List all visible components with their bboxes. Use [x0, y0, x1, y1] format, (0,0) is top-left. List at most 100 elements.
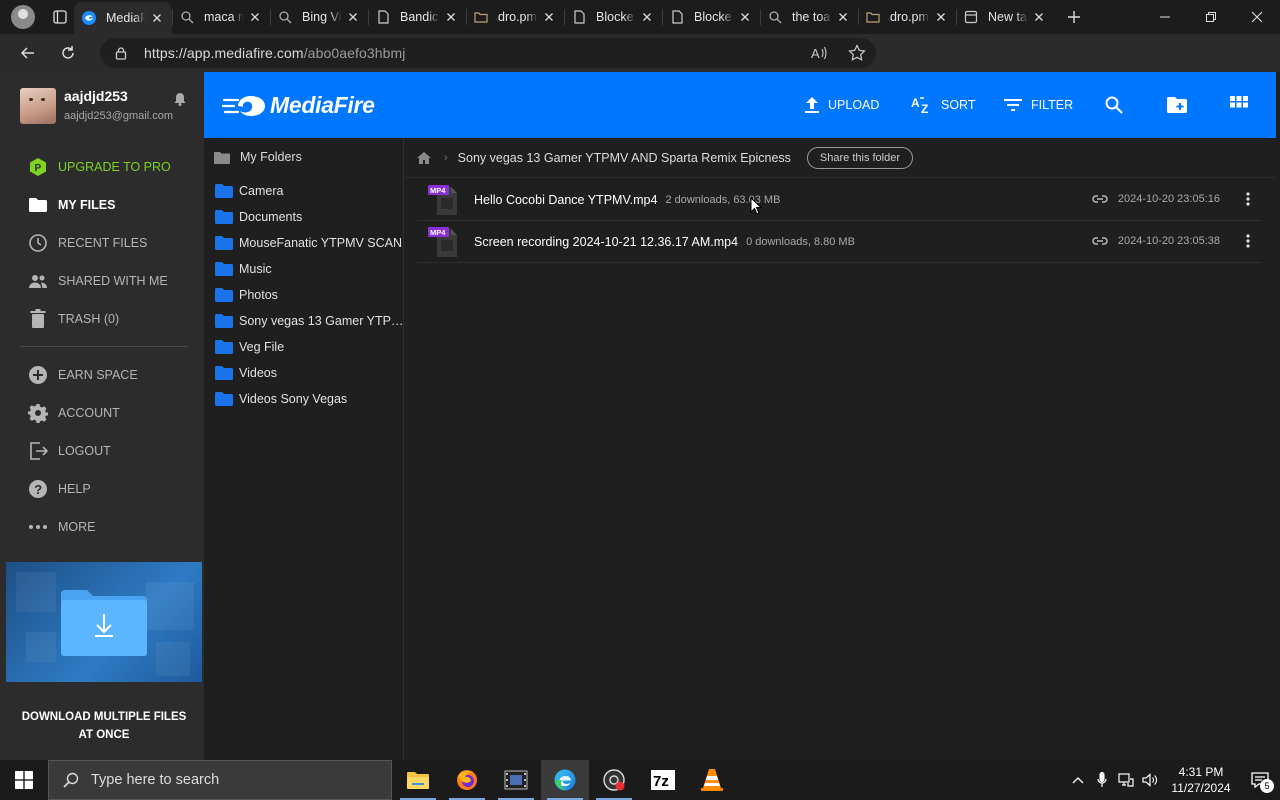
close-tab-icon[interactable]: [444, 10, 458, 24]
restore-button[interactable]: [1188, 0, 1234, 34]
read-aloud-icon[interactable]: A: [810, 45, 828, 61]
folder-tree-item[interactable]: Camera: [214, 182, 283, 200]
clock-icon: [28, 233, 48, 253]
close-tab-icon[interactable]: [836, 10, 850, 24]
close-tab-icon[interactable]: [640, 10, 654, 24]
taskbar-file-explorer[interactable]: [394, 760, 442, 800]
filter-icon: [1004, 99, 1022, 111]
sidebar-item-earn-space[interactable]: EARN SPACE: [28, 365, 138, 385]
sidebar-item-recent-files[interactable]: RECENT FILES: [28, 233, 147, 253]
close-tab-icon[interactable]: [150, 11, 164, 25]
browser-profile-button[interactable]: [0, 0, 46, 34]
taskbar-vlc[interactable]: [688, 760, 736, 800]
refresh-button[interactable]: [48, 34, 88, 72]
browser-tab[interactable]: the toa: [760, 0, 858, 34]
user-profile[interactable]: aajdjd253 aajdjd253@gmail.com: [20, 88, 173, 124]
tab-actions-button[interactable]: [46, 0, 74, 34]
browser-tab[interactable]: dro.pm: [858, 0, 956, 34]
mediafire-logo[interactable]: MediaFire: [222, 92, 375, 119]
file-name[interactable]: Hello Cocobi Dance YTPMV.mp4: [474, 193, 657, 207]
folder-tree-item[interactable]: Sony vegas 13 Gamer YTP…: [214, 312, 403, 330]
folder-tree-item[interactable]: Photos: [214, 286, 278, 304]
folder-gray-icon: [214, 151, 230, 164]
close-tab-icon[interactable]: [1032, 10, 1046, 24]
search-button[interactable]: [1103, 94, 1125, 116]
close-tab-icon[interactable]: [346, 10, 360, 24]
more-vertical-icon[interactable]: [1246, 191, 1250, 207]
share-folder-button[interactable]: Share this folder: [806, 146, 914, 169]
sidebar-item-account[interactable]: ACCOUNT: [28, 403, 120, 423]
file-name[interactable]: Screen recording 2024-10-21 12.36.17 AM.…: [474, 235, 738, 249]
search-icon: [63, 772, 79, 788]
sidebar-item-more[interactable]: MORE: [28, 517, 96, 537]
folder-tree-item[interactable]: Veg File: [214, 338, 284, 356]
folder-icon: [215, 366, 233, 380]
taskbar-edge[interactable]: [541, 760, 589, 800]
browser-tab[interactable]: Blocke: [564, 0, 662, 34]
address-bar[interactable]: https://app.mediafire.com/abo0aefo3hbmj …: [100, 38, 876, 68]
svg-text:7z: 7z: [653, 773, 669, 790]
upgrade-to-pro-link[interactable]: P UPGRADE TO PRO: [28, 157, 171, 177]
upload-button[interactable]: UPLOAD: [804, 94, 879, 116]
close-tab-icon[interactable]: [542, 10, 556, 24]
sidebar-item-help[interactable]: ? HELP: [28, 479, 91, 499]
browser-tab[interactable]: maca m: [172, 0, 270, 34]
show-hidden-icons-button[interactable]: [1066, 760, 1090, 800]
sidebar-item-shared[interactable]: SHARED WITH ME: [28, 271, 168, 291]
svg-text:?: ?: [34, 482, 42, 497]
firefox-icon: [457, 770, 477, 790]
minimize-button[interactable]: [1142, 0, 1188, 34]
bell-icon: [174, 93, 186, 106]
close-tab-icon[interactable]: [738, 10, 752, 24]
folder-tree-item[interactable]: Videos Sony Vegas: [214, 390, 347, 408]
taskbar-firefox[interactable]: [443, 760, 491, 800]
start-button[interactable]: [0, 760, 48, 800]
volume-indicator[interactable]: [1138, 760, 1162, 800]
microphone-indicator[interactable]: [1090, 760, 1114, 800]
taskbar-obs[interactable]: [590, 760, 638, 800]
browser-tab[interactable]: New ta: [956, 0, 1054, 34]
new-folder-button[interactable]: [1166, 94, 1188, 116]
sidebar-item-logout[interactable]: LOGOUT: [28, 441, 111, 461]
home-icon[interactable]: [416, 151, 432, 165]
browser-tab[interactable]: MediaFire: [74, 2, 172, 34]
sort-button[interactable]: AZ SORT: [911, 94, 976, 116]
browser-tab[interactable]: dro.pm: [466, 0, 564, 34]
folder-tree-item[interactable]: MouseFanatic YTPMV SCAN: [214, 234, 402, 252]
new-tab-button[interactable]: [1054, 0, 1094, 34]
grid-view-button[interactable]: [1228, 94, 1250, 116]
close-tab-icon[interactable]: [934, 10, 948, 24]
download-multiple-promo[interactable]: DOWNLOAD MULTIPLE FILES AT ONCE: [6, 562, 202, 756]
notification-center-button[interactable]: 5: [1240, 760, 1280, 800]
folder-icon: [28, 195, 48, 215]
link-icon[interactable]: [1092, 193, 1108, 205]
back-button[interactable]: [8, 34, 48, 72]
my-folders-heading[interactable]: My Folders: [214, 150, 302, 164]
folder-tree-item[interactable]: Documents: [214, 208, 302, 226]
file-row[interactable]: MP4 Hello Cocobi Dance YTPMV.mp4 2 downloa…: [417, 179, 1262, 221]
filter-button[interactable]: FILTER: [1003, 94, 1073, 116]
url-text[interactable]: https://app.mediafire.com/abo0aefo3hbmj: [144, 45, 406, 61]
search-icon: [181, 11, 194, 24]
taskbar-7zip[interactable]: 7z: [639, 760, 687, 800]
system-clock[interactable]: 4:31 PM 11/27/2024: [1162, 764, 1240, 796]
notifications-button[interactable]: [174, 92, 186, 106]
close-tab-icon[interactable]: [248, 10, 262, 24]
close-window-button[interactable]: [1234, 0, 1280, 34]
more-vertical-icon[interactable]: [1246, 233, 1250, 249]
sidebar-item-my-files[interactable]: MY FILES: [28, 195, 115, 215]
folder-tree-item[interactable]: Videos: [214, 364, 277, 382]
folder-tree-item[interactable]: Music: [214, 260, 272, 278]
sidebar-item-trash[interactable]: TRASH (0): [28, 309, 119, 329]
network-indicator[interactable]: [1114, 760, 1138, 800]
browser-tab[interactable]: Blocke: [662, 0, 760, 34]
taskbar-video-editor[interactable]: [492, 760, 540, 800]
link-icon[interactable]: [1092, 235, 1108, 247]
taskbar-search-box[interactable]: Type here to search: [48, 760, 392, 800]
browser-tab[interactable]: Bandic: [368, 0, 466, 34]
file-row[interactable]: MP4 Screen recording 2024-10-21 12.36.17 …: [417, 221, 1262, 263]
favorite-star-icon[interactable]: [848, 44, 866, 62]
browser-tab[interactable]: Bing Vi: [270, 0, 368, 34]
browser-tab-title: MediaFire: [106, 11, 146, 25]
browser-tab-title: dro.pm: [890, 10, 929, 24]
